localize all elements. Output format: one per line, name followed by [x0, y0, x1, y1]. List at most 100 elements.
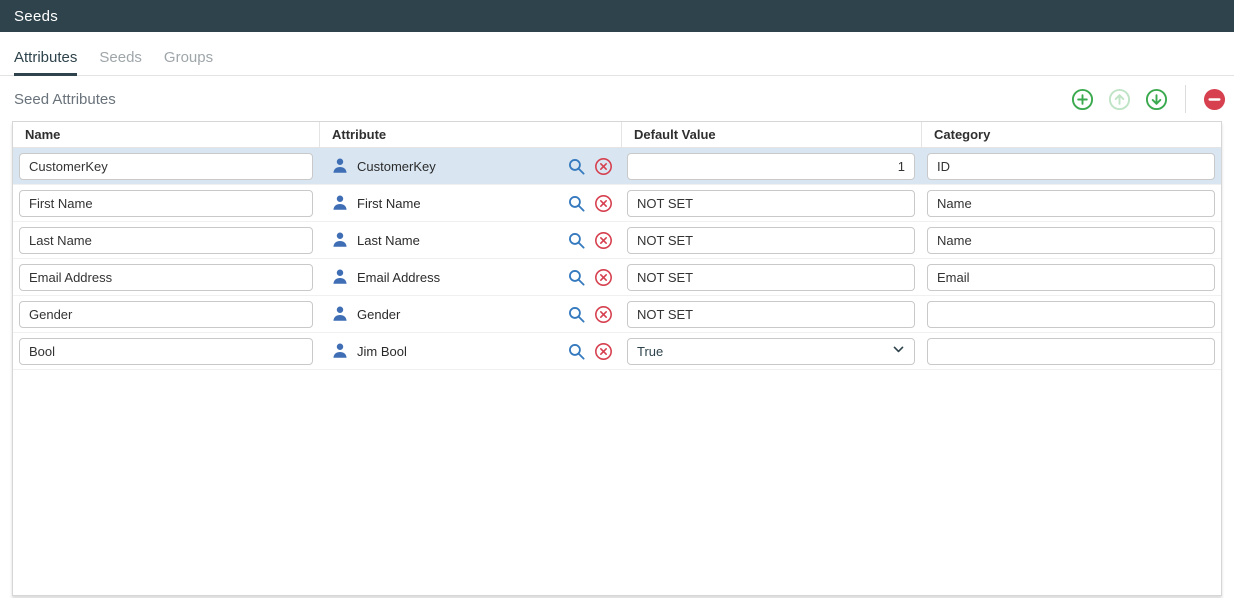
name-input[interactable]: [19, 153, 313, 180]
table-body: CustomerKey: [13, 148, 1221, 370]
category-input[interactable]: [927, 301, 1215, 328]
seed-attributes-table: Name Attribute Default Value Category Cu…: [12, 121, 1222, 596]
search-icon: [567, 194, 586, 213]
toolbar: [1071, 85, 1226, 113]
attribute-search-button[interactable]: [567, 231, 586, 250]
default-value-input[interactable]: [627, 301, 915, 328]
circle-x-icon: [594, 231, 613, 250]
attribute-search-button[interactable]: [567, 305, 586, 324]
category-cell: [921, 222, 1221, 258]
window-title-bar: Seeds: [0, 0, 1234, 32]
arrow-up-circle-icon: [1108, 88, 1131, 111]
attribute-search-button[interactable]: [567, 194, 586, 213]
attribute-clear-button[interactable]: [594, 157, 613, 176]
circle-x-icon: [594, 268, 613, 287]
tab-groups[interactable]: Groups: [164, 49, 213, 76]
name-input[interactable]: [19, 301, 313, 328]
column-header-default-value: Default Value: [621, 122, 921, 147]
category-input[interactable]: [927, 227, 1215, 254]
table-row[interactable]: First Name: [13, 185, 1221, 222]
attribute-clear-button[interactable]: [594, 342, 613, 361]
attribute-cell: Email Address: [319, 259, 621, 295]
name-cell: [13, 259, 319, 295]
category-cell: [921, 296, 1221, 332]
default-value-input[interactable]: [627, 190, 915, 217]
search-icon: [567, 342, 586, 361]
person-icon: [331, 157, 349, 175]
default-value-input[interactable]: [627, 264, 915, 291]
name-input[interactable]: [19, 338, 313, 365]
person-icon: [331, 194, 349, 212]
search-icon: [567, 157, 586, 176]
person-icon: [331, 268, 349, 286]
move-up-button: [1108, 88, 1131, 111]
category-input[interactable]: [927, 264, 1215, 291]
attribute-label: Gender: [357, 307, 559, 322]
column-header-attribute: Attribute: [319, 122, 621, 147]
attribute-clear-button[interactable]: [594, 231, 613, 250]
circle-x-icon: [594, 342, 613, 361]
category-input[interactable]: [927, 153, 1215, 180]
table-row[interactable]: CustomerKey: [13, 148, 1221, 185]
attribute-cell: CustomerKey: [319, 148, 621, 184]
table-row[interactable]: Jim Bool True: [13, 333, 1221, 370]
attribute-clear-button[interactable]: [594, 268, 613, 287]
search-icon: [567, 268, 586, 287]
table-header: Name Attribute Default Value Category: [13, 122, 1221, 148]
circle-x-icon: [594, 305, 613, 324]
attribute-label: CustomerKey: [357, 159, 559, 174]
name-cell: [13, 296, 319, 332]
name-input[interactable]: [19, 190, 313, 217]
attribute-label: Last Name: [357, 233, 559, 248]
attribute-label: Jim Bool: [357, 344, 559, 359]
name-cell: [13, 148, 319, 184]
default-value-cell: [621, 148, 921, 184]
circle-x-icon: [594, 194, 613, 213]
column-header-category: Category: [921, 122, 1221, 147]
attribute-label: First Name: [357, 196, 559, 211]
person-icon: [331, 231, 349, 249]
chevron-down-icon: [892, 343, 905, 359]
category-cell: [921, 148, 1221, 184]
default-value-input[interactable]: [627, 227, 915, 254]
table-row[interactable]: Last Name: [13, 222, 1221, 259]
name-input[interactable]: [19, 227, 313, 254]
category-cell: [921, 259, 1221, 295]
table-row[interactable]: Email Address: [13, 259, 1221, 296]
add-button[interactable]: [1071, 88, 1094, 111]
select-value: True: [637, 344, 663, 359]
name-cell: [13, 222, 319, 258]
person-icon: [331, 305, 349, 323]
attribute-search-button[interactable]: [567, 157, 586, 176]
arrow-down-circle-icon: [1145, 88, 1168, 111]
section-title: Seed Attributes: [14, 91, 116, 108]
name-input[interactable]: [19, 264, 313, 291]
search-icon: [567, 305, 586, 324]
attribute-clear-button[interactable]: [594, 194, 613, 213]
attribute-cell: Jim Bool: [319, 333, 621, 369]
default-value-select[interactable]: True: [627, 338, 915, 365]
category-cell: [921, 185, 1221, 221]
toolbar-separator: [1185, 85, 1186, 113]
attribute-cell: Last Name: [319, 222, 621, 258]
remove-button[interactable]: [1203, 88, 1226, 111]
default-value-cell: True: [621, 333, 921, 369]
person-icon: [331, 342, 349, 360]
search-icon: [567, 231, 586, 250]
category-input[interactable]: [927, 190, 1215, 217]
table-row[interactable]: Gender: [13, 296, 1221, 333]
default-value-cell: [621, 296, 921, 332]
page-title: Seeds: [14, 8, 58, 25]
category-input[interactable]: [927, 338, 1215, 365]
attribute-cell: Gender: [319, 296, 621, 332]
attribute-search-button[interactable]: [567, 268, 586, 287]
move-down-button[interactable]: [1145, 88, 1168, 111]
default-value-input[interactable]: [627, 153, 915, 180]
minus-circle-icon: [1203, 88, 1226, 111]
default-value-cell: [621, 222, 921, 258]
tab-seeds[interactable]: Seeds: [99, 49, 142, 76]
attribute-clear-button[interactable]: [594, 305, 613, 324]
attribute-search-button[interactable]: [567, 342, 586, 361]
default-value-cell: [621, 185, 921, 221]
tab-attributes[interactable]: Attributes: [14, 49, 77, 76]
